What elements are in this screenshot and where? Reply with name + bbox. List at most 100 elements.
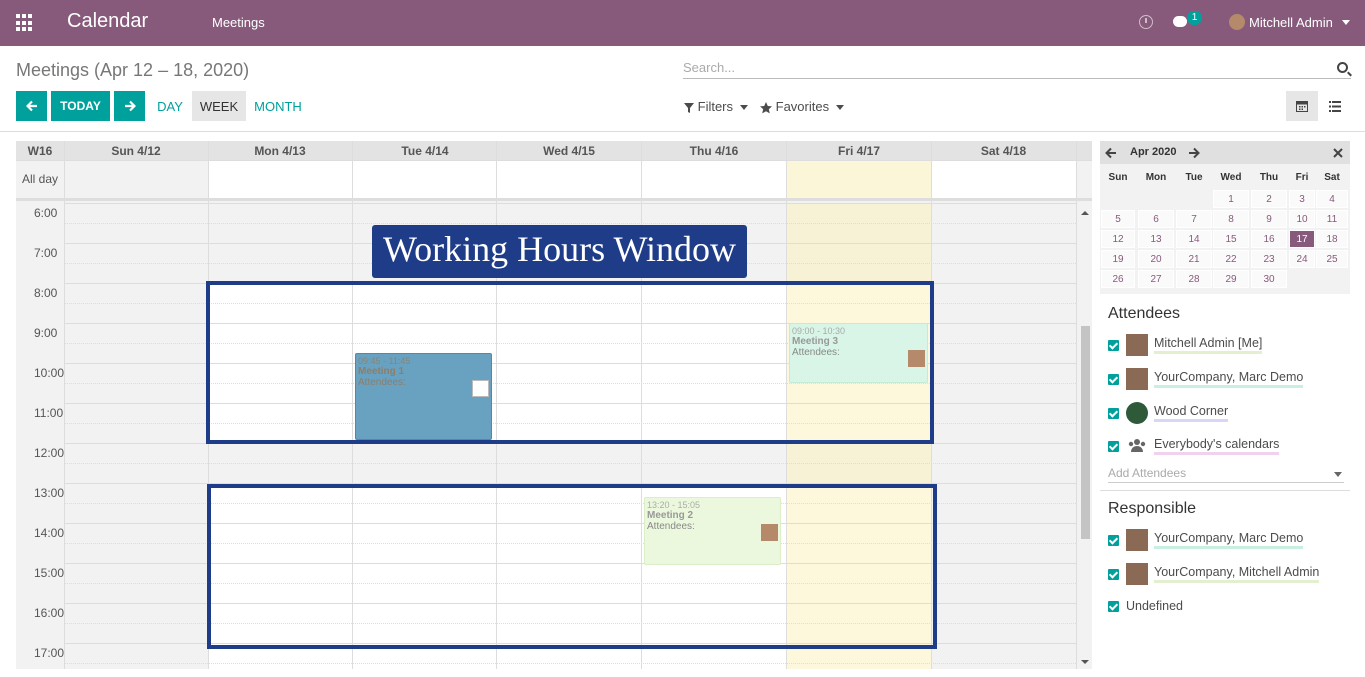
mini-day[interactable]: 1 [1213, 190, 1249, 208]
all-day-today-cell[interactable] [787, 161, 931, 198]
mini-day[interactable]: 15 [1213, 230, 1249, 248]
mini-weekday: Fri [1295, 172, 1309, 183]
user-avatar[interactable] [1229, 14, 1245, 30]
search-input[interactable] [683, 58, 1323, 76]
scale-day-button[interactable]: DAY [150, 91, 190, 121]
checkbox-icon[interactable] [1108, 440, 1119, 452]
arrow-right-icon [124, 100, 136, 112]
responsible-item[interactable]: YourCompany, Marc Demo [1108, 529, 1304, 551]
time-label: 9:00 [34, 326, 58, 340]
working-hours-box-afternoon [207, 484, 937, 649]
mini-day[interactable]: 27 [1138, 270, 1174, 288]
half-hour-line [64, 223, 1076, 224]
mini-day[interactable]: 18 [1316, 230, 1348, 248]
attendee-item[interactable]: Everybody's calendars [1108, 435, 1280, 457]
day-header: Thu 4/16 [689, 144, 739, 158]
user-caret-icon[interactable] [1342, 20, 1350, 25]
mini-day[interactable]: 14 [1176, 230, 1212, 248]
mini-day[interactable]: 2 [1251, 190, 1287, 208]
mini-day[interactable]: 21 [1176, 250, 1212, 268]
day-header: Tue 4/14 [401, 144, 449, 158]
mini-day[interactable]: 11 [1316, 210, 1348, 228]
attendee-item[interactable]: YourCompany, Marc Demo [1108, 368, 1304, 390]
mini-day[interactable]: 23 [1251, 250, 1287, 268]
next-button[interactable] [114, 91, 145, 121]
scroll-thumb[interactable] [1081, 326, 1090, 539]
checkbox-icon[interactable] [1108, 600, 1119, 612]
mini-day[interactable]: 28 [1176, 270, 1212, 288]
mini-weekday: Sun [1108, 172, 1128, 183]
time-label: 10:00 [34, 366, 65, 380]
checkbox-icon[interactable] [1108, 373, 1119, 385]
mini-day[interactable]: 25 [1316, 250, 1348, 268]
mini-weekday: Wed [1220, 172, 1242, 183]
mini-day[interactable]: 10 [1289, 210, 1315, 228]
close-icon[interactable] [1333, 148, 1343, 158]
mini-day[interactable]: 7 [1176, 210, 1212, 228]
mini-day[interactable]: 24 [1289, 250, 1315, 268]
apps-menu-icon[interactable] [16, 14, 34, 32]
checkbox-icon[interactable] [1108, 407, 1119, 419]
search-icon[interactable] [1337, 62, 1348, 73]
chevron-down-icon[interactable] [1334, 472, 1342, 477]
mini-day[interactable]: 19 [1101, 250, 1135, 268]
responsible-item[interactable]: YourCompany, Mitchell Admin [1108, 563, 1320, 585]
mini-day[interactable]: 26 [1101, 270, 1135, 288]
mini-calendar: Apr 2020 Sun Mon Tue Wed Thu Fri Sat 1 2 3 4 5 6 7 8 9 1… [1100, 141, 1350, 294]
checkbox-icon[interactable] [1108, 339, 1119, 351]
attendee-item[interactable]: Mitchell Admin [Me] [1108, 334, 1263, 356]
today-button[interactable]: TODAY [51, 91, 110, 121]
day-header: Wed 4/15 [543, 144, 595, 158]
calendar-icon [1296, 101, 1308, 112]
list-view-button[interactable] [1319, 91, 1351, 121]
mini-day[interactable]: 20 [1138, 250, 1174, 268]
mini-day[interactable]: 12 [1101, 230, 1135, 248]
grid-scrollbar[interactable] [1078, 206, 1092, 669]
scroll-down-icon[interactable] [1078, 657, 1092, 667]
scale-week-button[interactable]: WEEK [192, 91, 246, 121]
mini-prev-icon[interactable] [1105, 147, 1117, 159]
mini-day[interactable]: 5 [1101, 210, 1135, 228]
add-attendees-input[interactable]: Add Attendees [1108, 466, 1344, 483]
attendee-item[interactable]: Wood Corner [1108, 402, 1229, 424]
mini-day[interactable]: 3 [1289, 190, 1315, 208]
scroll-up-icon[interactable] [1078, 208, 1092, 218]
mini-day[interactable]: 9 [1251, 210, 1287, 228]
checkbox-icon[interactable] [1108, 568, 1119, 580]
add-attendees-placeholder: Add Attendees [1108, 466, 1187, 480]
time-label: 6:00 [34, 206, 58, 220]
mini-day[interactable]: 29 [1213, 270, 1249, 288]
mini-day[interactable]: 8 [1213, 210, 1249, 228]
mini-day[interactable]: 22 [1213, 250, 1249, 268]
star-icon [760, 101, 772, 113]
mini-weekday: Sat [1324, 172, 1340, 183]
mini-day[interactable]: 6 [1138, 210, 1174, 228]
favorites-dropdown[interactable]: Favorites [760, 99, 845, 114]
attendee-label: Wood Corner [1154, 404, 1229, 422]
activity-clock-icon[interactable] [1139, 15, 1153, 29]
menu-meetings[interactable]: Meetings [212, 15, 265, 30]
hour-line [64, 203, 1076, 204]
scale-month-button[interactable]: MONTH [249, 91, 307, 121]
responsible-label: YourCompany, Marc Demo [1154, 531, 1304, 549]
mini-day[interactable]: 30 [1251, 270, 1287, 288]
previous-button[interactable] [16, 91, 47, 121]
favorites-label: Favorites [775, 99, 830, 114]
all-day-cells[interactable] [209, 161, 1076, 198]
user-menu[interactable]: Mitchell Admin [1249, 15, 1333, 30]
chat-icon[interactable] [1173, 16, 1187, 27]
list-icon [1329, 100, 1341, 112]
attendee-label: Everybody's calendars [1154, 437, 1280, 455]
responsible-item[interactable]: Undefined [1108, 595, 1183, 617]
mini-day[interactable]: 17 [1289, 230, 1315, 248]
calendar-view-button[interactable] [1286, 91, 1318, 121]
mini-day[interactable]: 16 [1251, 230, 1287, 248]
overlay-label: Working Hours Window [372, 225, 747, 278]
filters-dropdown[interactable]: Filters [684, 99, 749, 114]
mini-next-icon[interactable] [1188, 147, 1200, 159]
mini-day[interactable]: 13 [1138, 230, 1174, 248]
time-label: 14:00 [34, 526, 65, 540]
chat-count-badge: 1 [1187, 11, 1202, 25]
mini-day[interactable]: 4 [1316, 190, 1348, 208]
checkbox-icon[interactable] [1108, 534, 1119, 546]
